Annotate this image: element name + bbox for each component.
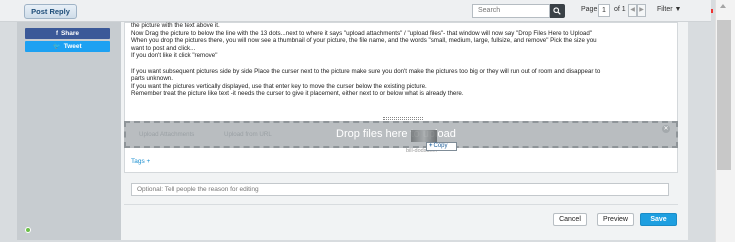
- post-reply-button[interactable]: Post Reply: [24, 4, 77, 19]
- filter-dropdown[interactable]: Filter ▼: [657, 6, 681, 13]
- drag-copy-badge: +Copy: [426, 142, 457, 151]
- twitter-icon: 🐦: [53, 44, 61, 50]
- close-icon[interactable]: ✕: [662, 125, 670, 133]
- tags-add-link[interactable]: Tags +: [131, 158, 150, 165]
- editor-line: If you don't like it click "remove": [131, 52, 218, 60]
- notification-marker: [711, 9, 713, 13]
- editor-line: want to post and click...: [131, 44, 196, 52]
- preview-button[interactable]: Preview: [597, 213, 634, 226]
- tweet-label: Tweet: [63, 43, 82, 50]
- search-input[interactable]: Search: [472, 4, 550, 18]
- share-label: Share: [60, 30, 80, 37]
- post-author-sidebar: [17, 22, 121, 240]
- upload-attachments-button[interactable]: Upload Attachments: [139, 130, 194, 140]
- upload-from-url-button[interactable]: Upload from URL: [224, 130, 272, 140]
- cancel-button[interactable]: Cancel: [553, 213, 587, 226]
- search-button[interactable]: [550, 4, 565, 18]
- editor-line: Now Drag the picture to below the line w…: [131, 29, 592, 37]
- page-number-input[interactable]: 1: [598, 4, 610, 17]
- scrollbar-thumb[interactable]: [717, 20, 731, 170]
- editor-line: When you drop the pictures there, you wi…: [131, 37, 597, 45]
- prev-page-button[interactable]: ◀: [628, 4, 637, 17]
- dropzone-message: Drop files here to upload: [336, 128, 456, 140]
- editor-line: parts unknown.: [131, 75, 173, 83]
- edit-reason-input[interactable]: Optional: Tell people the reason for edi…: [131, 183, 669, 196]
- copy-label: Copy: [433, 143, 448, 149]
- chevron-right-icon: ▶: [639, 7, 644, 13]
- dragged-image-thumbnail: [411, 130, 437, 142]
- next-page-button[interactable]: ▶: [637, 4, 646, 17]
- chevron-left-icon: ◀: [630, 7, 635, 13]
- save-button[interactable]: Save: [640, 213, 677, 226]
- editor-line: the picture with the text above it.: [131, 22, 220, 29]
- search-icon: [553, 7, 561, 15]
- facebook-share-button[interactable]: f Share: [25, 28, 110, 39]
- tweet-button[interactable]: 🐦 Tweet: [25, 41, 110, 52]
- divider: [124, 204, 678, 205]
- editor-line: If you want the pictures vertically disp…: [131, 82, 427, 90]
- editor-line: Remember treat the picture like text -it…: [131, 90, 464, 98]
- editor-resize-handle[interactable]: [383, 117, 423, 120]
- scroll-up-icon[interactable]: [720, 4, 726, 8]
- plus-icon: +: [429, 143, 433, 149]
- page-count: of 1: [614, 6, 626, 13]
- online-status-icon: [25, 227, 31, 233]
- page-label: Page: [581, 6, 598, 13]
- editor-line: If you want subsequent pictures side by …: [131, 67, 601, 75]
- facebook-icon: f: [55, 31, 58, 37]
- editor-content[interactable]: the picture with the text above it. Now …: [131, 22, 676, 98]
- editor-line: [131, 60, 676, 68]
